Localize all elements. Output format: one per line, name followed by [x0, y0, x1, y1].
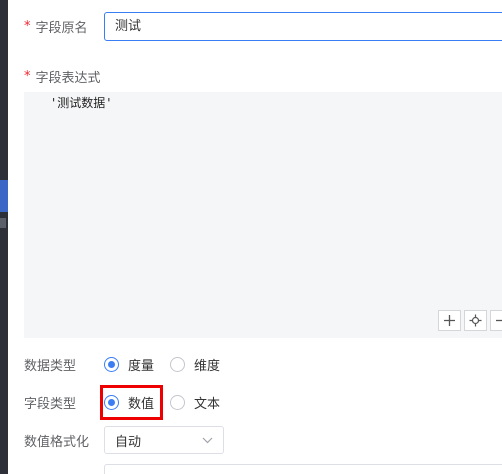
data-type-row: 数据类型 度量 维度: [24, 350, 236, 378]
radio-dimension-label: 维度: [194, 358, 221, 374]
radio-dimension[interactable]: 维度: [170, 355, 220, 374]
expression-text[interactable]: '测试数据': [50, 94, 112, 111]
minus-icon[interactable]: [490, 310, 502, 331]
field-name-input[interactable]: 测试: [104, 12, 502, 41]
data-type-label: 数据类型: [24, 358, 77, 374]
required-mark: *: [24, 68, 31, 84]
highlight-box: [100, 385, 163, 420]
field-expression-row: * 字段表达式: [24, 66, 101, 86]
radio-measure[interactable]: 度量: [104, 355, 154, 374]
radio-checked-icon[interactable]: [104, 356, 119, 372]
number-format-select[interactable]: 自动: [104, 426, 224, 454]
required-mark: *: [24, 18, 31, 34]
number-format-value: 自动: [115, 434, 142, 450]
radio-text-label: 文本: [194, 396, 221, 412]
radio-unchecked-icon[interactable]: [170, 356, 186, 372]
chevron-down-icon: [202, 433, 213, 448]
radio-measure-label: 度量: [128, 358, 155, 374]
description-input[interactable]: [104, 464, 502, 474]
field-name-label: 字段原名: [35, 20, 88, 36]
radio-text[interactable]: 文本: [170, 393, 220, 412]
sidebar-marker: [0, 218, 6, 228]
number-format-label: 数值格式化: [24, 434, 90, 450]
plus-icon[interactable]: [438, 310, 461, 331]
number-format-row: 数值格式化: [24, 426, 89, 454]
sidebar-active-marker: [0, 180, 8, 212]
field-name-row: * 字段原名: [24, 12, 88, 40]
next-row-partial: [24, 464, 502, 474]
field-type-label: 字段类型: [24, 396, 77, 412]
radio-unchecked-icon[interactable]: [170, 394, 186, 410]
target-icon[interactable]: [464, 310, 487, 331]
expression-toolbar: [438, 310, 502, 331]
field-expression-label: 字段表达式: [35, 70, 101, 86]
sidebar-edge: [0, 0, 8, 474]
expression-editor[interactable]: '测试数据': [24, 92, 502, 338]
